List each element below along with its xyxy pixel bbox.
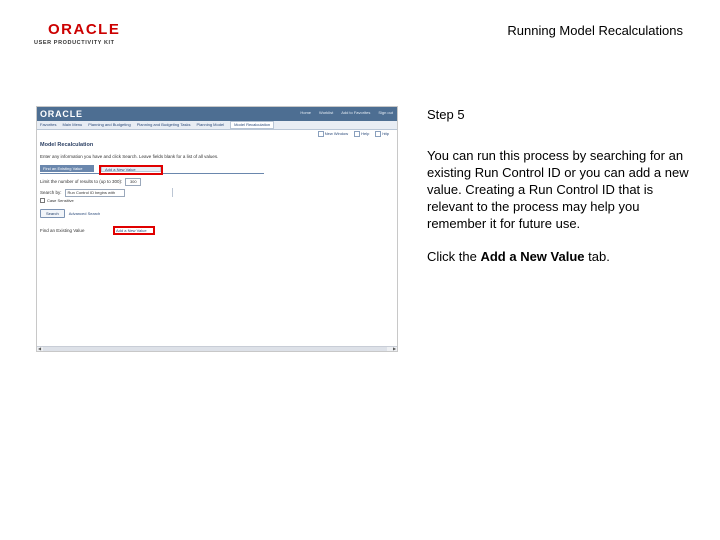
scroll-thumb[interactable]	[43, 347, 387, 351]
util-help-label: Help	[361, 131, 370, 137]
horizontal-scrollbar[interactable]: ◀ ▶	[37, 346, 397, 351]
new-window-icon	[317, 131, 324, 137]
nav-favorites[interactable]: Favorites	[40, 121, 56, 129]
scroll-left-icon[interactable]: ◀	[37, 347, 42, 351]
screenshot-page-heading: Model Recalculation	[40, 142, 94, 148]
nav-main-menu[interactable]: Main Menu	[62, 121, 82, 129]
case-sensitive-row: Case Sensitive	[40, 198, 74, 204]
oracle-upk-logo: ORACLE USER PRODUCTIVITY KIT	[34, 22, 126, 46]
top-link-favorites[interactable]: Add to Favorites	[341, 110, 370, 116]
vertical-divider	[172, 188, 173, 197]
action-suffix: tab.	[584, 249, 610, 264]
util-http-label: http	[382, 131, 389, 137]
top-link-worklist[interactable]: Worklist	[319, 110, 333, 116]
screenshot-breadcrumb: Favorites Main Menu Planning and Budgeti…	[37, 121, 397, 130]
limit-label: Limit the number of results to (up to 30…	[40, 179, 123, 185]
help-icon	[354, 131, 361, 137]
case-sensitive-checkbox[interactable]	[40, 198, 45, 204]
limit-results-row: Limit the number of results to (up to 30…	[40, 178, 142, 186]
step-description: You can run this process by searching fo…	[427, 148, 689, 231]
page-title: Running Model Recalculations	[507, 23, 683, 38]
screenshot-brand: ORACLE	[40, 109, 83, 119]
screenshot-instruction: Enter any information you have and click…	[40, 154, 219, 159]
top-link-home[interactable]: Home	[300, 110, 311, 116]
limit-input[interactable]: 300	[125, 178, 142, 186]
search-by-label: Search by:	[40, 190, 62, 196]
find-existing-label: Find an Existing Value	[40, 228, 85, 233]
advanced-search-link[interactable]: Advanced Search	[69, 211, 101, 216]
search-by-select[interactable]: Run Control ID begins with	[64, 189, 125, 197]
search-by-row: Search by: Run Control ID begins with	[40, 189, 125, 197]
instruction-pane: Step 5 You can run this process by searc…	[427, 106, 689, 281]
highlight-add-new-value-tab	[99, 165, 163, 175]
tab-find-existing-value[interactable]: Find an Existing Value	[40, 165, 94, 172]
util-http[interactable]: http	[375, 131, 389, 137]
scroll-right-icon[interactable]: ▶	[392, 347, 397, 351]
case-sensitive-label: Case Sensitive	[47, 198, 74, 203]
search-actions: Search Advanced Search	[40, 209, 100, 218]
nav-planning-model[interactable]: Planning Model	[196, 121, 224, 129]
logo-wordmark: ORACLE	[48, 21, 121, 38]
search-button[interactable]: Search	[40, 209, 65, 218]
logo-subtitle: USER PRODUCTIVITY KIT	[34, 40, 115, 46]
util-new-window-label: New Window	[324, 131, 349, 137]
action-target: Add a New Value	[480, 249, 585, 264]
nav-model-recalculation[interactable]: Model Recalculation	[230, 121, 275, 129]
util-help[interactable]: Help	[354, 131, 369, 137]
screenshot-brand-bar: ORACLE Home Worklist Add to Favorites Si…	[37, 107, 397, 121]
step-action: Click the Add a New Value tab.	[427, 248, 689, 265]
application-screenshot: ORACLE Home Worklist Add to Favorites Si…	[36, 106, 398, 352]
nav-planning-budgeting[interactable]: Planning and Budgeting	[88, 121, 130, 129]
action-prefix: Click the	[427, 249, 481, 264]
util-new-window[interactable]: New Window	[317, 131, 349, 137]
link-icon	[375, 131, 382, 137]
step-number: Step 5	[427, 107, 465, 122]
top-link-signout[interactable]: Sign out	[378, 110, 393, 116]
nav-pb-tasks[interactable]: Planning and Budgeting Tasks	[137, 121, 191, 129]
highlight-add-new-value-link	[113, 226, 155, 235]
screenshot-utility-links: New Window Help http	[317, 131, 389, 137]
screenshot-top-links: Home Worklist Add to Favorites Sign out	[300, 110, 393, 116]
